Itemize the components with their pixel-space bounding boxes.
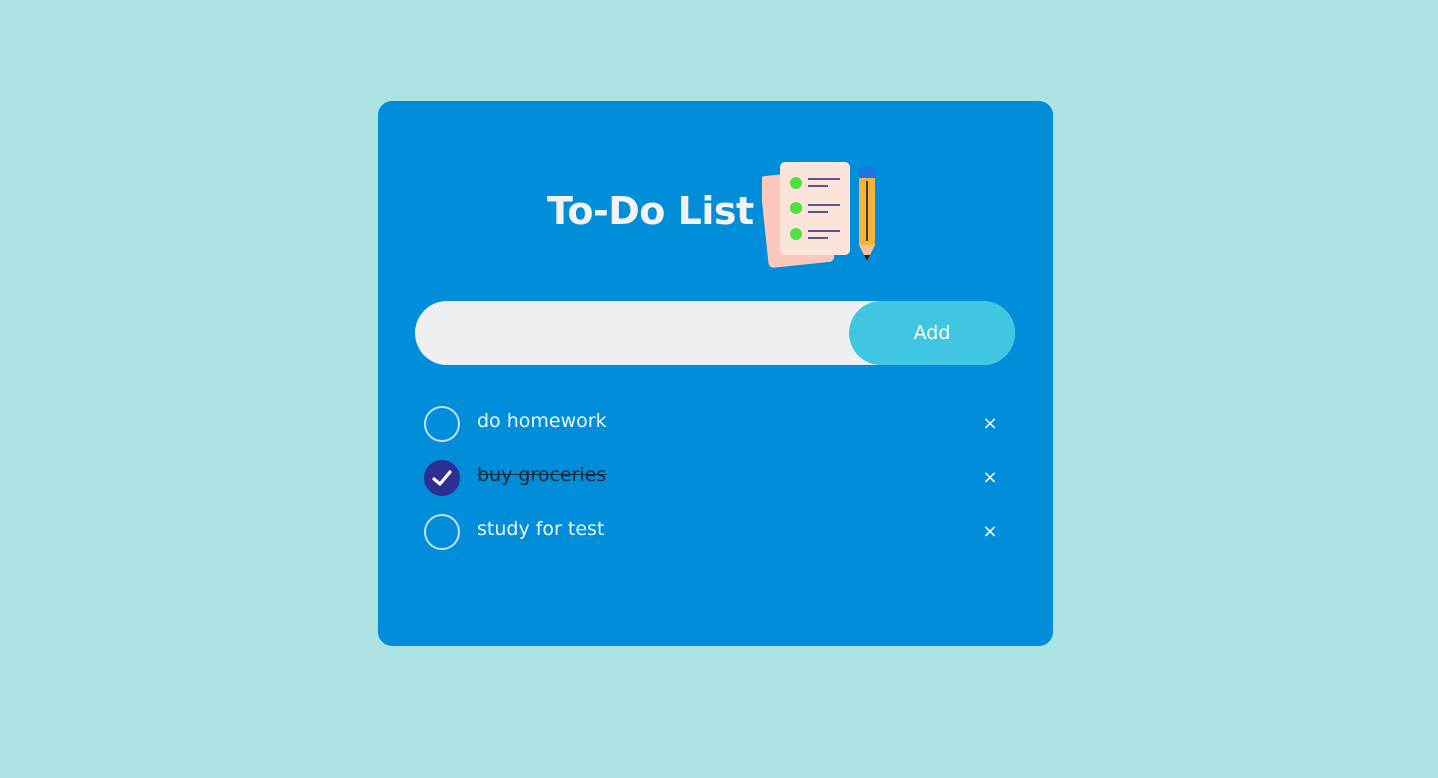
task-item[interactable]: do homework × <box>424 404 1004 458</box>
page-title: To-Do List <box>547 189 754 233</box>
header: To-Do List <box>378 161 1053 268</box>
task-input[interactable] <box>415 301 845 365</box>
checkmark-icon <box>432 470 452 486</box>
task-text[interactable]: do homework <box>477 410 607 432</box>
task-list: do homework × buy groceries × study for … <box>424 404 1004 566</box>
unchecked-circle-icon[interactable] <box>424 514 460 550</box>
task-text[interactable]: buy groceries <box>477 464 606 486</box>
task-item[interactable]: study for test × <box>424 512 1004 566</box>
checklist-notepad-pencil-icon <box>762 162 875 268</box>
delete-task-button[interactable]: × <box>980 468 1000 488</box>
add-button[interactable]: Add <box>849 301 1015 365</box>
task-item[interactable]: buy groceries × <box>424 458 1004 512</box>
checked-circle-icon[interactable] <box>424 460 460 496</box>
delete-task-button[interactable]: × <box>980 522 1000 542</box>
todo-card: To-Do List Add do homework × buy groceri… <box>378 101 1053 646</box>
unchecked-circle-icon[interactable] <box>424 406 460 442</box>
add-task-row: Add <box>415 301 1015 365</box>
task-text[interactable]: study for test <box>477 518 604 540</box>
delete-task-button[interactable]: × <box>980 414 1000 434</box>
